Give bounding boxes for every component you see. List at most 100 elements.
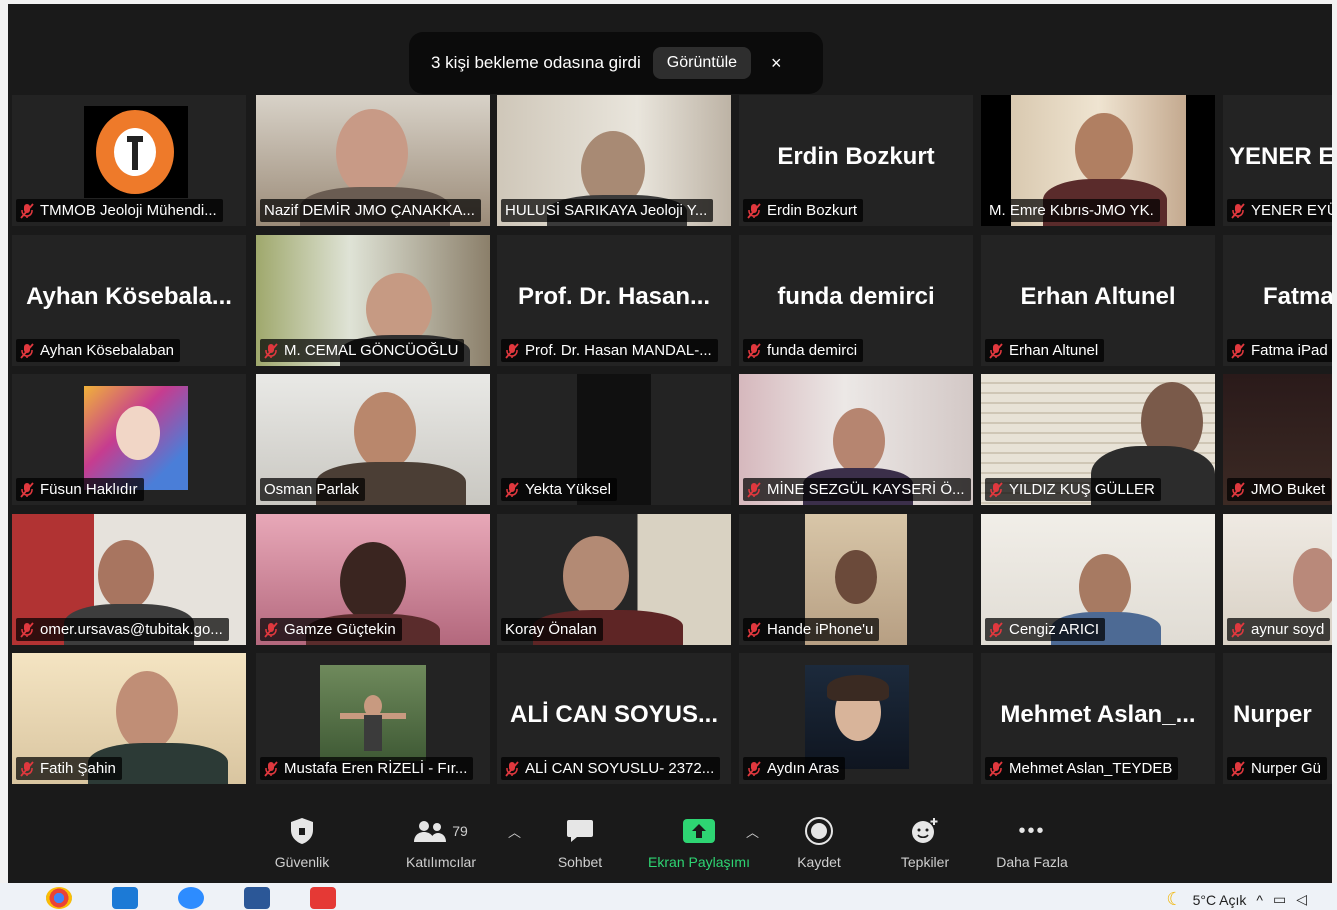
participant-tile[interactable]: YILDIZ KUŞ GÜLLER [981,374,1215,505]
mic-muted-icon [747,202,761,219]
zoom-icon[interactable] [178,887,204,909]
participant-tile[interactable]: TMMOB Jeoloji Mühendi... [12,95,246,226]
participant-count: 79 [452,823,468,839]
reactions-button[interactable]: Tepkiler [870,814,980,870]
mic-muted-icon [989,760,1003,777]
participant-tile[interactable]: Fatma Fatma iPad [1223,235,1332,366]
participant-name: Prof. Dr. Hasan MANDAL-... [501,339,718,362]
participants-button[interactable]: 79 Katılımcılar [386,814,496,870]
participant-tile[interactable]: Fatih Şahin [12,653,246,784]
record-label: Kaydet [797,854,841,870]
share-chevron-up-icon[interactable]: ︿ [746,822,759,841]
meeting-toolbar: Güvenlik 79 Katılımcılar ︿ Sohbet Ekran … [8,800,1332,883]
participant-tile[interactable]: Aydın Aras [739,653,973,784]
mic-muted-icon [1231,202,1245,219]
share-screen-label: Ekran Paylaşımı [648,854,750,870]
participant-tile[interactable]: YENER E YENER EYÜ [1223,95,1332,226]
participant-tile[interactable]: Nurper Nurper Gü [1223,653,1332,784]
mic-muted-icon [747,760,761,777]
participant-name: YENER EYÜ [1227,199,1332,222]
mic-muted-icon [20,481,34,498]
participant-tile[interactable]: Prof. Dr. Hasan... Prof. Dr. Hasan MANDA… [497,235,731,366]
participant-tile[interactable]: M. CEMAL GÖNCÜOĞLU [256,235,490,366]
participant-tile[interactable]: Cengiz ARICI [981,514,1215,645]
participant-name: HULUSİ SARIKAYA Jeoloji Y... [501,199,714,222]
more-label: Daha Fazla [996,854,1068,870]
participant-tile[interactable]: Koray Önalan [497,514,731,645]
participant-tile[interactable]: Erdin Bozkurt Erdin Bozkurt [739,95,973,226]
record-icon [805,817,833,845]
participant-name: TMMOB Jeoloji Mühendi... [16,199,223,222]
mic-muted-icon [264,760,278,777]
record-button[interactable]: Kaydet [764,814,874,870]
participant-name: Erdin Bozkurt [743,199,864,222]
participant-tile[interactable]: JMO Buket [1223,374,1332,505]
chat-button[interactable]: Sohbet [525,814,635,870]
mic-muted-icon [1231,760,1245,777]
more-button[interactable]: ••• Daha Fazla [977,814,1087,871]
participant-tile[interactable]: Mustafa Eren RİZELİ - Fır... [256,653,490,784]
participant-name: Yekta Yüksel [501,478,617,501]
participant-tile[interactable]: Osman Parlak [256,374,490,505]
participant-tile[interactable]: Ayhan Kösebala... Ayhan Kösebalaban [12,235,246,366]
participant-name: Ayhan Kösebalaban [16,339,181,362]
participants-chevron-up-icon[interactable]: ︿ [508,822,521,841]
participant-name: Fatma iPad [1227,339,1332,362]
notification-message: 3 kişi bekleme odasına girdi [431,53,641,72]
participant-tile[interactable]: Hande iPhone'u [739,514,973,645]
participant-display-name: ALİ CAN SOYUS... [509,701,719,728]
participant-tile[interactable]: ALİ CAN SOYUS... ALİ CAN SOYUSLU- 2372..… [497,653,731,784]
participant-tile[interactable]: funda demirci funda demirci [739,235,973,366]
chat-label: Sohbet [557,854,603,870]
word-icon[interactable] [244,887,270,909]
share-screen-button[interactable]: Ekran Paylaşımı [644,814,754,870]
mic-muted-icon [747,621,761,638]
participants-label: Katılımcılar [405,854,476,870]
close-icon[interactable]: × [771,53,782,74]
participant-name: Nazif DEMİR JMO ÇANAKKA... [260,199,481,222]
mic-muted-icon [1231,342,1245,359]
participant-tile[interactable]: Yekta Yüksel [497,374,731,505]
participant-name: Nurper Gü [1227,757,1328,780]
participant-name: Füsun Haklıdır [16,478,144,501]
participant-name: Gamze Güçtekin [260,618,402,641]
participant-display-name: Erdin Bozkurt [777,143,935,170]
chevron-up-icon[interactable]: ^ [1256,892,1263,908]
moon-icon: ☾ [1166,889,1183,909]
participant-tile[interactable]: M. Emre Kıbrıs-JMO YK. [981,95,1215,226]
participant-display-name: Erhan Altunel [1020,283,1176,310]
participant-display-name: Mehmet Aslan_... [1000,701,1196,728]
participant-name: Osman Parlak [260,478,366,501]
participant-name: Cengiz ARICI [985,618,1106,641]
mail-icon[interactable] [112,887,138,909]
network-icon[interactable]: ▭ [1273,891,1286,908]
view-button[interactable]: Görüntüle [652,47,752,79]
participant-tile[interactable]: Gamze Güçtekin [256,514,490,645]
participant-tile-speaking[interactable]: HULUSİ SARIKAYA Jeoloji Y... [497,95,731,226]
participant-name: Koray Önalan [501,618,603,641]
participant-tile[interactable]: Nazif DEMİR JMO ÇANAKKA... [256,95,490,226]
reactions-label: Tepkiler [900,854,950,870]
participant-tile[interactable]: aynur soyd [1223,514,1332,645]
participant-tile[interactable]: Erhan Altunel Erhan Altunel [981,235,1215,366]
mic-muted-icon [505,481,519,498]
participant-name: MİNE SEZGÜL KAYSERİ Ö... [743,478,971,501]
mic-muted-icon [747,342,761,359]
participant-tile[interactable]: Mehmet Aslan_... Mehmet Aslan_TEYDEB [981,653,1215,784]
participant-tile[interactable]: omer.ursavas@tubitak.go... [12,514,246,645]
volume-icon[interactable]: ◁ [1296,891,1307,908]
chrome-icon[interactable] [46,887,72,909]
weather-text[interactable]: 5°C Açık [1193,892,1247,908]
mic-muted-icon [989,621,1003,638]
anydesk-icon[interactable] [310,887,336,909]
participant-name: Hande iPhone'u [743,618,880,641]
mic-muted-icon [20,760,34,777]
share-screen-icon [683,819,715,843]
participant-avatar [84,386,188,490]
participant-tile[interactable]: Füsun Haklıdır [12,374,246,505]
participant-tile[interactable]: MİNE SEZGÜL KAYSERİ Ö... [739,374,973,505]
participant-name: M. Emre Kıbrıs-JMO YK. [985,199,1160,222]
participant-name: ALİ CAN SOYUSLU- 2372... [501,757,721,780]
zoom-window: TMMOB Jeoloji Mühendi... Nazif DEMİR JMO… [8,4,1332,883]
security-button[interactable]: Güvenlik [247,814,357,870]
